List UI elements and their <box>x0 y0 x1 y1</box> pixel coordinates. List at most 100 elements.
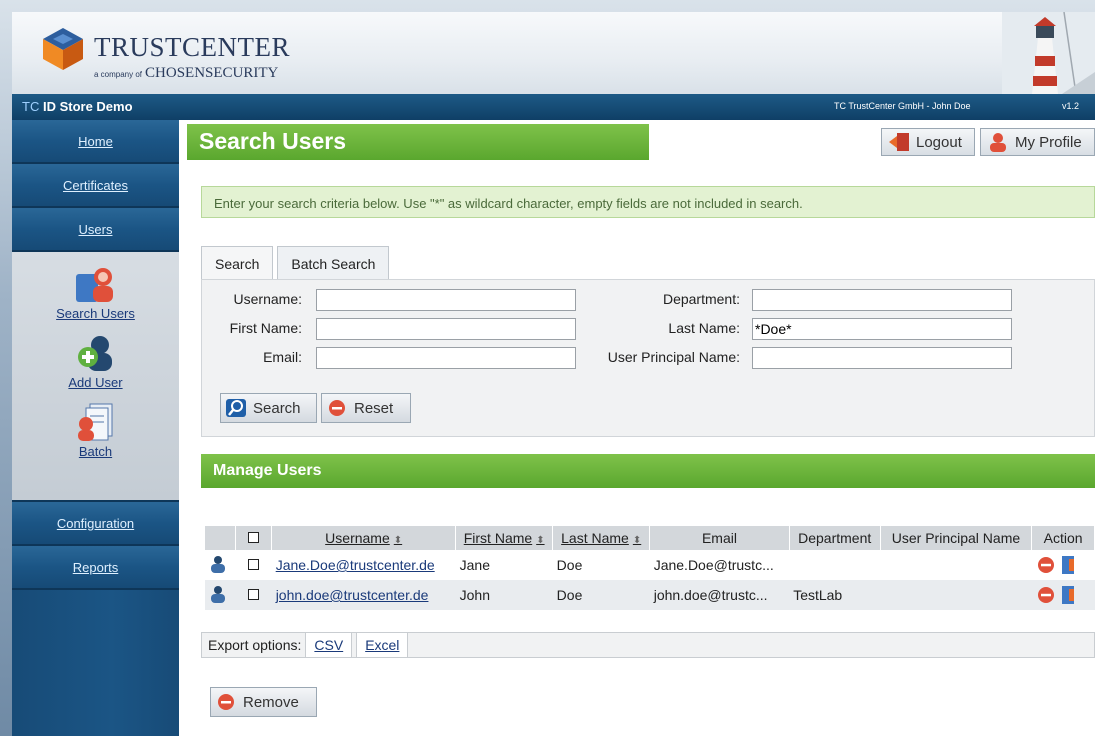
tab-batch-search[interactable]: Batch Search <box>277 246 390 280</box>
first-name-cell: Jane <box>455 550 553 580</box>
email-cell: Jane.Doe@trustc... <box>649 550 790 580</box>
logo-company-name: CHOSENSECURITY <box>145 65 279 81</box>
header-username[interactable]: Username ⬍ <box>271 526 457 550</box>
user-icon-cell <box>205 580 236 610</box>
upn-cell <box>880 580 1032 610</box>
main-content: Search Users Logout My Profile Enter you… <box>179 120 1095 736</box>
users-tools-panel: Search Users Add User Batch <box>12 252 179 502</box>
app-title-text: ID Store Demo <box>42 99 133 114</box>
lighthouse-image <box>1002 12 1095 94</box>
sort-icon: ⬍ <box>393 535 403 546</box>
company-user-info: TC TrustCenter GmbH - John Doe <box>834 101 971 111</box>
reset-button-label: Reset <box>354 399 394 417</box>
export-excel-link[interactable]: Excel <box>356 632 409 658</box>
header-last-name[interactable]: Last Name ⬍ <box>552 526 651 550</box>
reset-button[interactable]: Reset <box>321 393 411 423</box>
username-field[interactable] <box>316 289 576 311</box>
page-title: Search Users <box>187 124 649 160</box>
username-link[interactable]: john.doe@trustcenter.de <box>276 587 429 603</box>
delete-icon[interactable] <box>1036 585 1056 605</box>
edit-user-icon[interactable] <box>1060 555 1076 575</box>
logout-label: Logout <box>916 133 962 151</box>
header-username-label: Username <box>325 530 390 546</box>
table-header-row: Username ⬍ First Name ⬍ Last Name ⬍ Email D… <box>205 526 1095 550</box>
search-users-label: Search Users <box>56 306 135 321</box>
users-table: Username ⬍ First Name ⬍ Last Name ⬍ Email D… <box>205 526 1095 610</box>
department-field[interactable] <box>752 289 1012 311</box>
manage-users-heading: Manage Users <box>201 454 1095 488</box>
last-name-field[interactable] <box>752 318 1012 340</box>
my-profile-button[interactable]: My Profile <box>980 128 1095 156</box>
row-select-cell <box>235 550 272 580</box>
search-button[interactable]: Search <box>220 393 317 423</box>
select-all-checkbox[interactable] <box>248 532 259 543</box>
add-user-icon <box>77 336 112 371</box>
sidebar-item-home[interactable]: Home <box>12 120 179 164</box>
app-title: TC ID Store Demo <box>22 99 133 114</box>
search-users-icon <box>75 268 113 302</box>
add-user-label: Add User <box>68 375 123 390</box>
table-row: john.doe@trustcenter.de John Doe john.do… <box>205 580 1095 610</box>
username-cell: Jane.Doe@trustcenter.de <box>271 550 456 580</box>
sidebar-item-configuration[interactable]: Configuration <box>12 502 179 546</box>
row-checkbox[interactable] <box>248 559 259 570</box>
user-icon <box>211 555 225 573</box>
export-options-bar: Export options: CSV Excel <box>201 632 1095 658</box>
header-action: Action <box>1031 526 1095 550</box>
sidebar-item-users[interactable]: Users <box>12 208 179 252</box>
upn-field[interactable] <box>752 347 1012 369</box>
first-name-cell: John <box>455 580 553 610</box>
app-title-prefix: TC <box>22 99 40 114</box>
remove-icon <box>215 692 237 712</box>
username-link[interactable]: Jane.Doe@trustcenter.de <box>276 557 435 573</box>
remove-button[interactable]: Remove <box>210 687 317 717</box>
info-message: Enter your search criteria below. Use "*… <box>201 186 1095 218</box>
remove-button-label: Remove <box>243 693 299 711</box>
email-field[interactable] <box>316 347 576 369</box>
row-select-cell <box>235 580 272 610</box>
row-checkbox[interactable] <box>248 589 259 600</box>
top-bar: TC ID Store Demo TC TrustCenter GmbH - J… <box>12 94 1095 120</box>
user-icon-cell <box>205 550 236 580</box>
sort-icon: ⬍ <box>536 535 545 546</box>
first-name-field[interactable] <box>316 318 576 340</box>
add-user-tool[interactable]: Add User <box>12 321 179 390</box>
header-select-all[interactable] <box>235 526 273 550</box>
reset-icon <box>326 398 348 418</box>
last-name-label: Last Name: <box>668 320 740 336</box>
tab-search[interactable]: Search <box>201 246 274 280</box>
department-cell <box>789 550 881 580</box>
upn-label: User Principal Name: <box>607 349 740 365</box>
search-form: Username: First Name: Email: Department:… <box>201 279 1095 437</box>
header-icon-column <box>205 526 236 550</box>
edit-user-icon[interactable] <box>1060 585 1076 605</box>
header-upn: User Principal Name <box>880 526 1033 550</box>
last-name-cell: Doe <box>552 580 650 610</box>
email-label: Email: <box>263 349 302 365</box>
logout-icon <box>888 132 910 152</box>
delete-icon[interactable] <box>1036 555 1056 575</box>
profile-icon <box>987 132 1009 152</box>
header-first-name[interactable]: First Name ⬍ <box>455 526 554 550</box>
last-name-cell: Doe <box>552 550 650 580</box>
header-department: Department <box>789 526 881 550</box>
magnifier-icon <box>225 398 247 418</box>
search-tabs: Search Batch Search <box>201 246 393 280</box>
export-csv-link[interactable]: CSV <box>305 632 353 658</box>
logo-company: a company of CHOSENSECURITY <box>94 65 278 82</box>
sort-icon: ⬍ <box>632 535 642 546</box>
department-cell: TestLab <box>789 580 881 610</box>
logo-wordmark: TRUSTCENTER <box>94 32 291 62</box>
logo-cube-icon <box>43 28 83 70</box>
sidebar-item-certificates[interactable]: Certificates <box>12 164 179 208</box>
search-users-tool[interactable]: Search Users <box>12 252 179 321</box>
logout-button[interactable]: Logout <box>881 128 975 156</box>
department-label: Department: <box>662 291 740 307</box>
header: TRUSTCENTER a company of CHOSENSECURITY <box>12 12 1095 94</box>
batch-tool[interactable]: Batch <box>12 390 179 459</box>
upn-cell <box>880 550 1032 580</box>
sidebar-item-reports[interactable]: Reports <box>12 546 179 590</box>
table-row: Jane.Doe@trustcenter.de Jane Doe Jane.Do… <box>205 550 1095 580</box>
app-window: TRUSTCENTER a company of CHOSENSECURITY T… <box>12 12 1095 736</box>
user-icon <box>211 585 225 603</box>
